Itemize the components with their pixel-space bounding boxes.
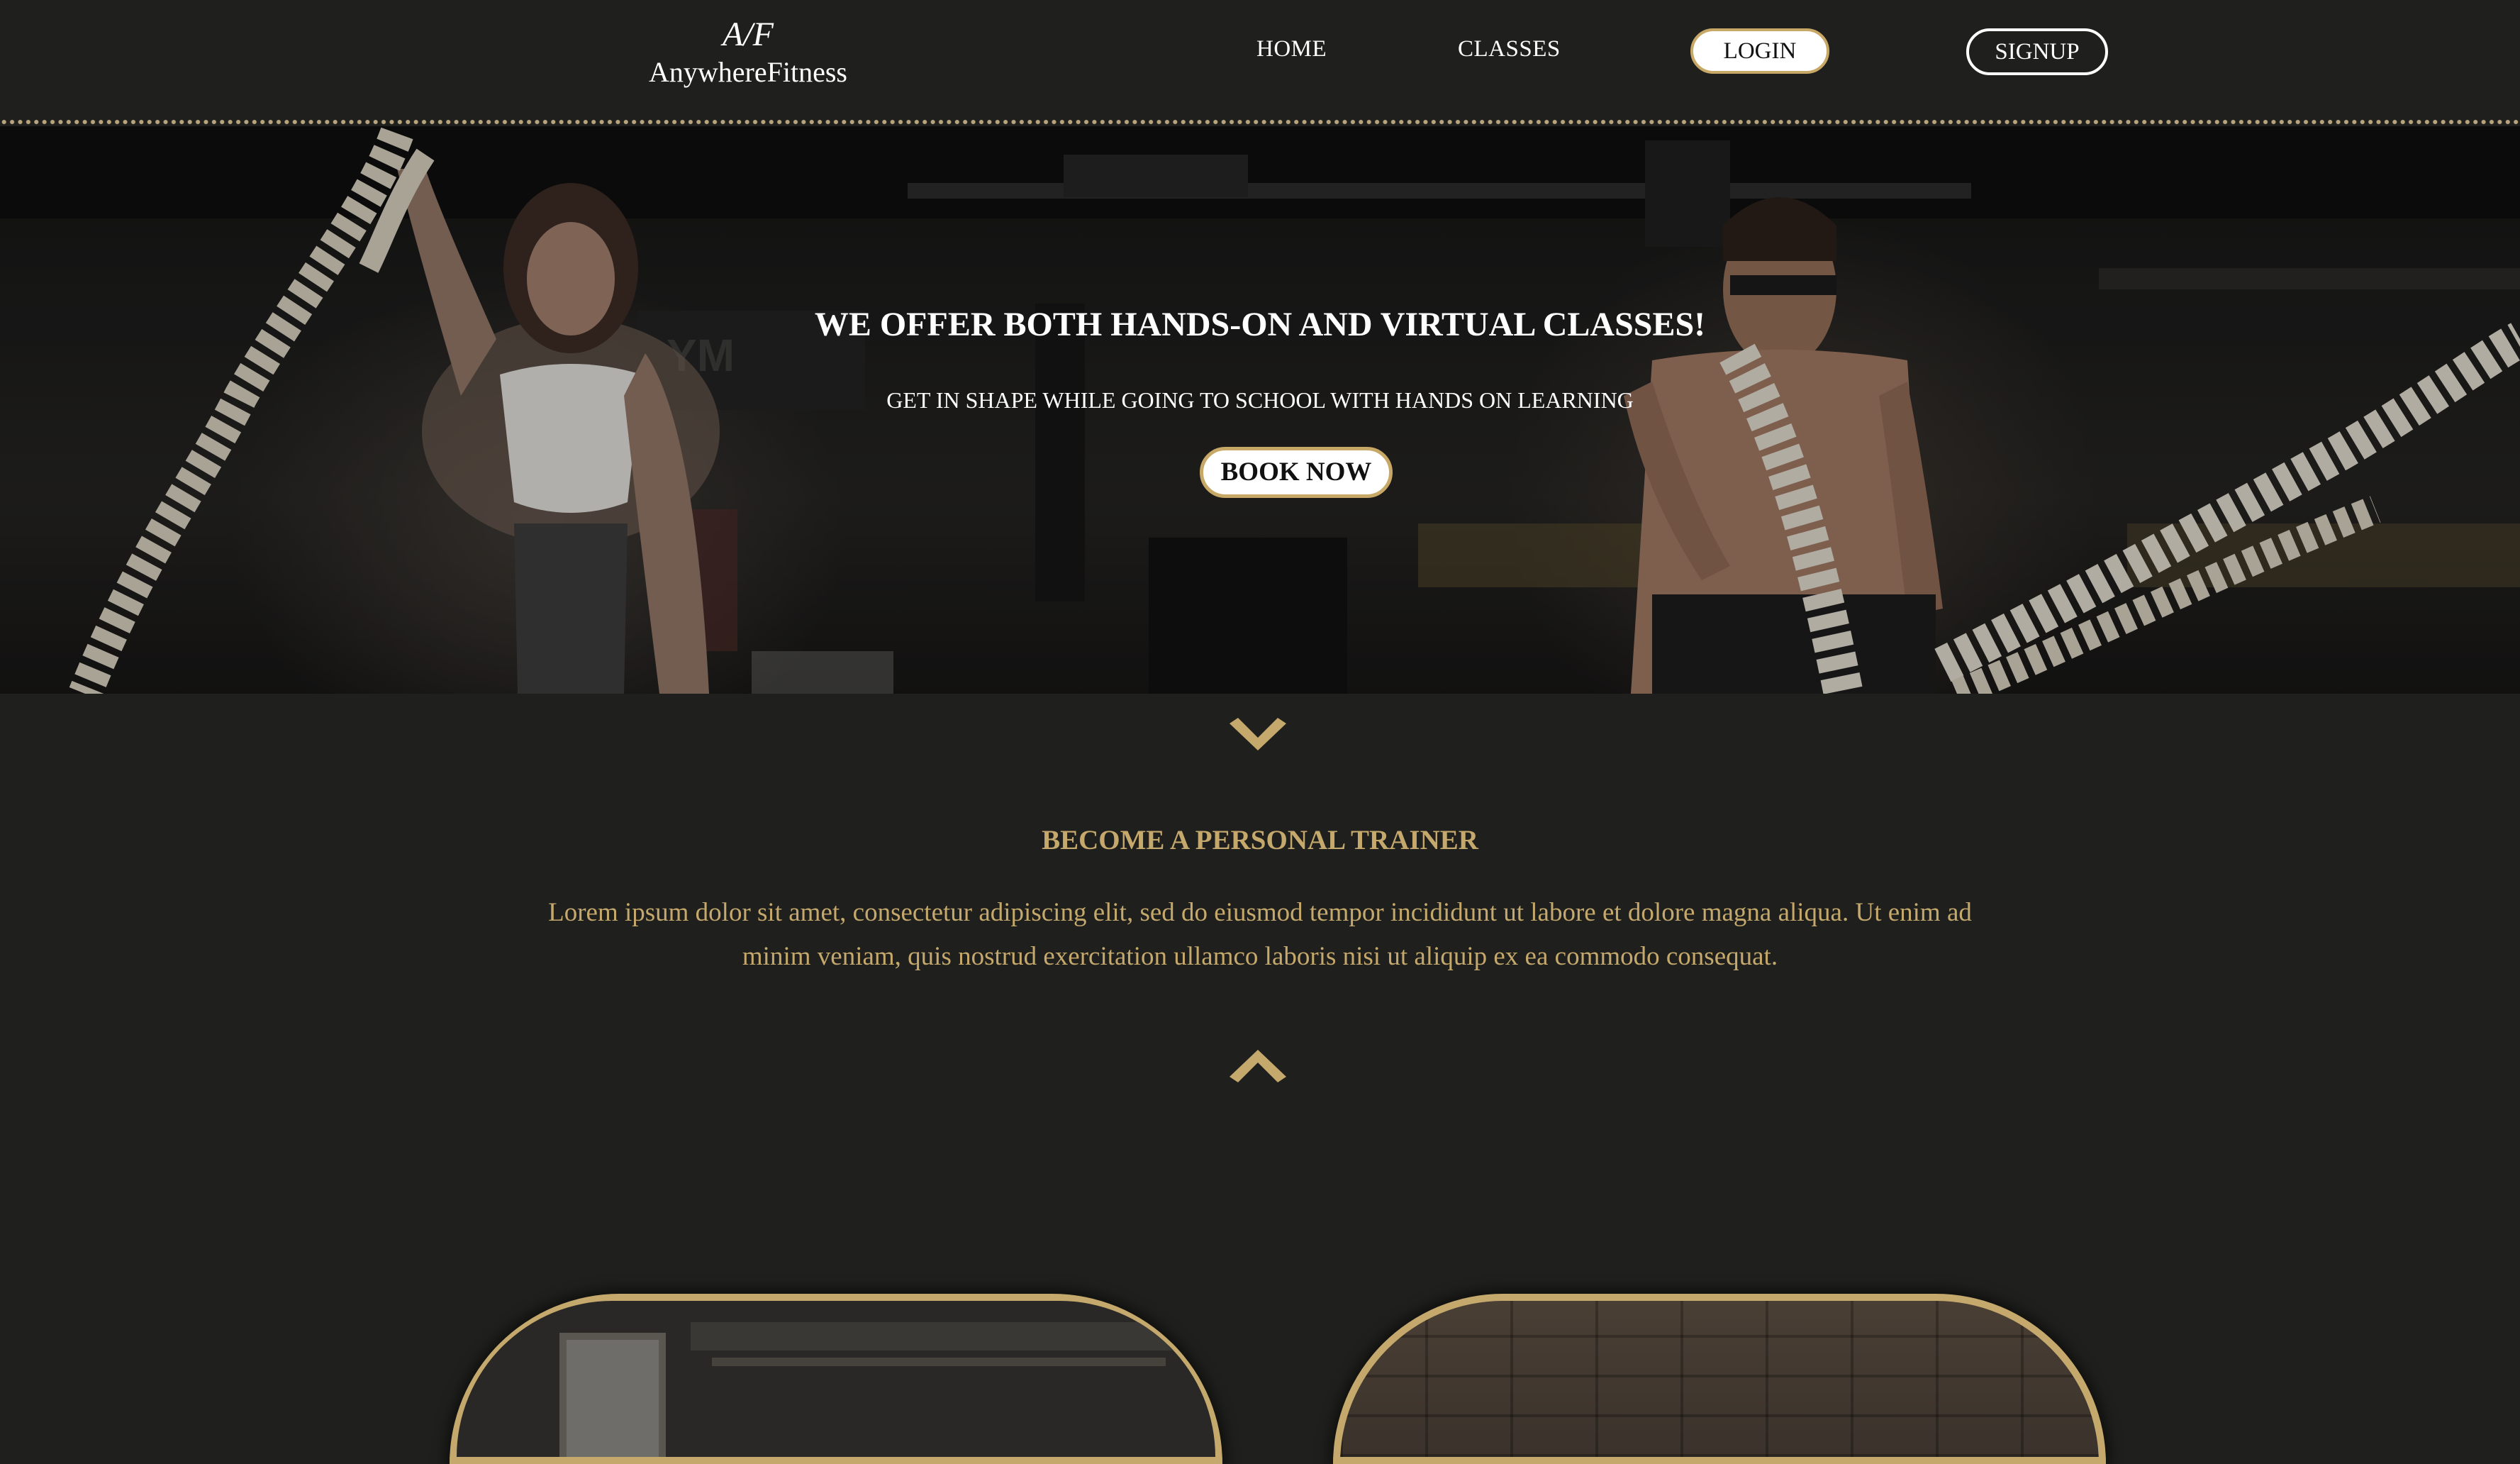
class-card-image-right[interactable] [1333,1294,2106,1464]
signup-button[interactable]: SIGNUP [1966,28,2108,75]
chevron-down-icon[interactable] [1227,716,1289,759]
hero-subtitle: GET IN SHAPE WHILE GOING TO SCHOOL WITH … [886,387,1634,413]
book-now-button[interactable]: BOOK NOW [1200,447,1393,498]
section-heading: BECOME A PERSONAL TRAINER [1042,825,1478,855]
logo[interactable]: A/F AnywhereFitness [638,14,858,89]
nav-home-link[interactable]: HOME [1256,33,1327,65]
class-card-image-left[interactable] [450,1294,1222,1464]
hero-banner: YM WE OFFER BOTH HANDS-ON AND VIRTUAL CL… [0,126,2520,694]
site-header: A/F AnywhereFitness HOME CLASSES LOGIN S… [0,0,2520,119]
header-dotted-divider [0,118,2520,126]
logo-mark: A/F [723,16,774,53]
logo-text: AnywhereFitness [649,56,847,88]
hero-title: WE OFFER BOTH HANDS-ON AND VIRTUAL CLASS… [814,306,1706,343]
card-photo-left [457,1301,1215,1457]
nav-classes-link[interactable]: CLASSES [1458,33,1561,65]
login-button[interactable]: LOGIN [1690,28,1829,74]
section-description: Lorem ipsum dolor sit amet, consectetur … [548,898,1972,971]
chevron-up-icon[interactable] [1227,1041,1289,1084]
